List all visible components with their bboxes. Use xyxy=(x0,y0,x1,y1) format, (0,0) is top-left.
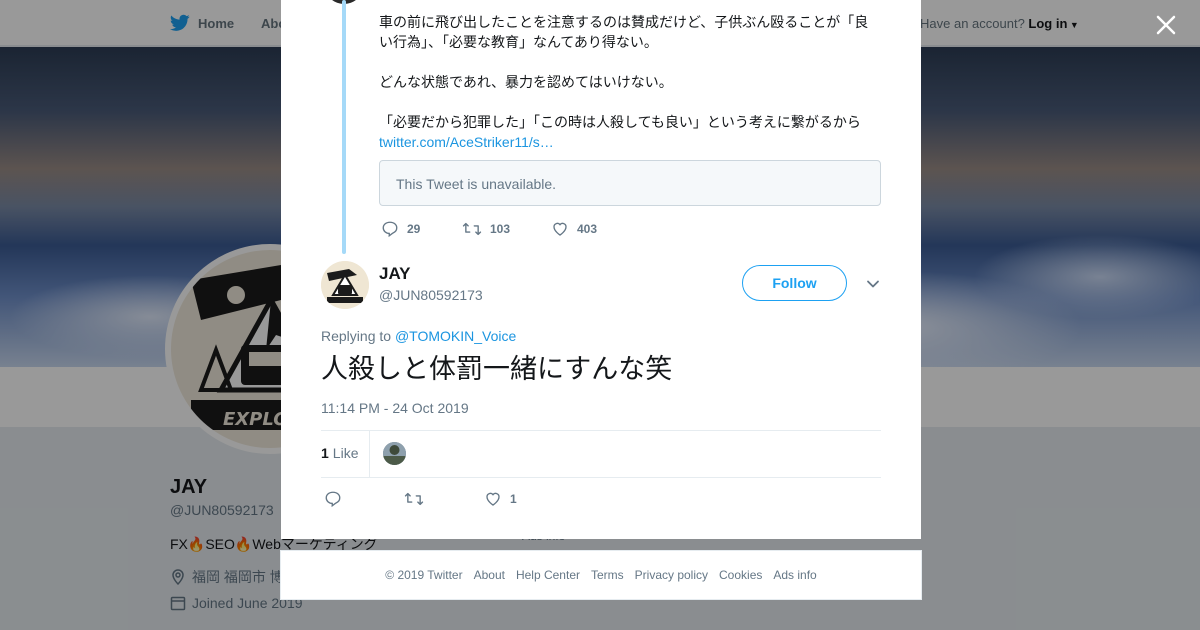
quoted-tweet-unavailable: This Tweet is unavailable. xyxy=(379,160,881,206)
parent-tweet-text: 車の前に飛び出したことを注意するのは賛成だけど、子供ぶん殴ることが「良い行為」、… xyxy=(379,12,879,152)
thread-line xyxy=(342,0,346,254)
footer-copyright: © 2019 Twitter xyxy=(385,568,463,582)
footer-link-cookies[interactable]: Cookies xyxy=(719,568,762,582)
tweet-actions: 1 xyxy=(324,490,517,508)
footer-link-ads-info[interactable]: Ads info xyxy=(773,568,816,582)
replying-prefix: Replying to xyxy=(321,328,392,344)
reply-action[interactable] xyxy=(324,490,404,508)
footer-link-help-center[interactable]: Help Center xyxy=(516,568,580,582)
footer-link-terms[interactable]: Terms xyxy=(591,568,624,582)
parent-like-count: 403 xyxy=(577,222,598,236)
author-avatar-image xyxy=(321,261,369,309)
retweet-icon xyxy=(462,222,482,236)
divider xyxy=(321,430,881,431)
tweet-modal: 車の前に飛び出したことを注意するのは賛成だけど、子供ぶん殴ることが「良い行為」、… xyxy=(281,0,921,539)
author-avatar[interactable] xyxy=(321,261,369,309)
close-icon[interactable] xyxy=(1152,11,1180,39)
parent-like-action[interactable]: 403 xyxy=(551,220,597,238)
parent-reply-action[interactable]: 29 xyxy=(381,220,462,238)
liker-avatar-image xyxy=(383,442,406,465)
parent-reply-count: 29 xyxy=(407,222,421,236)
parent-paragraph-2: どんな状態であれ、暴力を認めてはいけない。 xyxy=(379,74,673,90)
parent-tweet-link[interactable]: twitter.com/AceStriker11/s… xyxy=(379,134,554,150)
retweet-icon xyxy=(404,492,424,506)
retweet-action[interactable] xyxy=(404,490,484,508)
like-count: 1 xyxy=(510,492,517,506)
reply-icon xyxy=(382,221,398,238)
likes-number: 1 xyxy=(321,445,329,461)
parent-tweet-actions: 29 103 403 xyxy=(381,220,597,238)
replying-to-link[interactable]: @TOMOKIN_Voice xyxy=(395,328,516,344)
author-name[interactable]: JAY xyxy=(379,264,411,284)
liker-avatar[interactable] xyxy=(383,442,406,465)
heart-icon xyxy=(486,492,500,506)
parent-retweet-action[interactable]: 103 xyxy=(462,220,551,238)
parent-paragraph-1: 車の前に飛び出したことを注意するのは賛成だけど、子供ぶん殴ることが「良い行為」、… xyxy=(379,14,869,50)
tweet-text: 人殺しと体罰一緒にすんな笑 xyxy=(321,354,673,384)
tweet-timestamp[interactable]: 11:14 PM - 24 Oct 2019 xyxy=(321,400,469,416)
likes-divider xyxy=(369,431,370,477)
divider xyxy=(321,477,881,478)
chevron-down-icon[interactable] xyxy=(865,276,881,292)
parent-paragraph-3: 「必要だから犯罪した」「この時は人殺しても良い」という考えに繋がるから xyxy=(379,114,861,130)
footer: © 2019 Twitter About Help Center Terms P… xyxy=(280,550,922,600)
heart-icon xyxy=(553,222,567,236)
reply-icon xyxy=(325,491,341,508)
replying-to: Replying to @TOMOKIN_Voice xyxy=(321,328,516,344)
likes-label: Like xyxy=(332,445,359,461)
author-handle[interactable]: @JUN80592173 xyxy=(379,287,483,303)
follow-button[interactable]: Follow xyxy=(742,265,847,301)
parent-retweet-count: 103 xyxy=(490,222,511,236)
footer-link-about[interactable]: About xyxy=(474,568,505,582)
footer-link-privacy[interactable]: Privacy policy xyxy=(635,568,708,582)
like-action[interactable]: 1 xyxy=(484,490,517,508)
likes-summary[interactable]: 1 Like xyxy=(321,445,358,461)
